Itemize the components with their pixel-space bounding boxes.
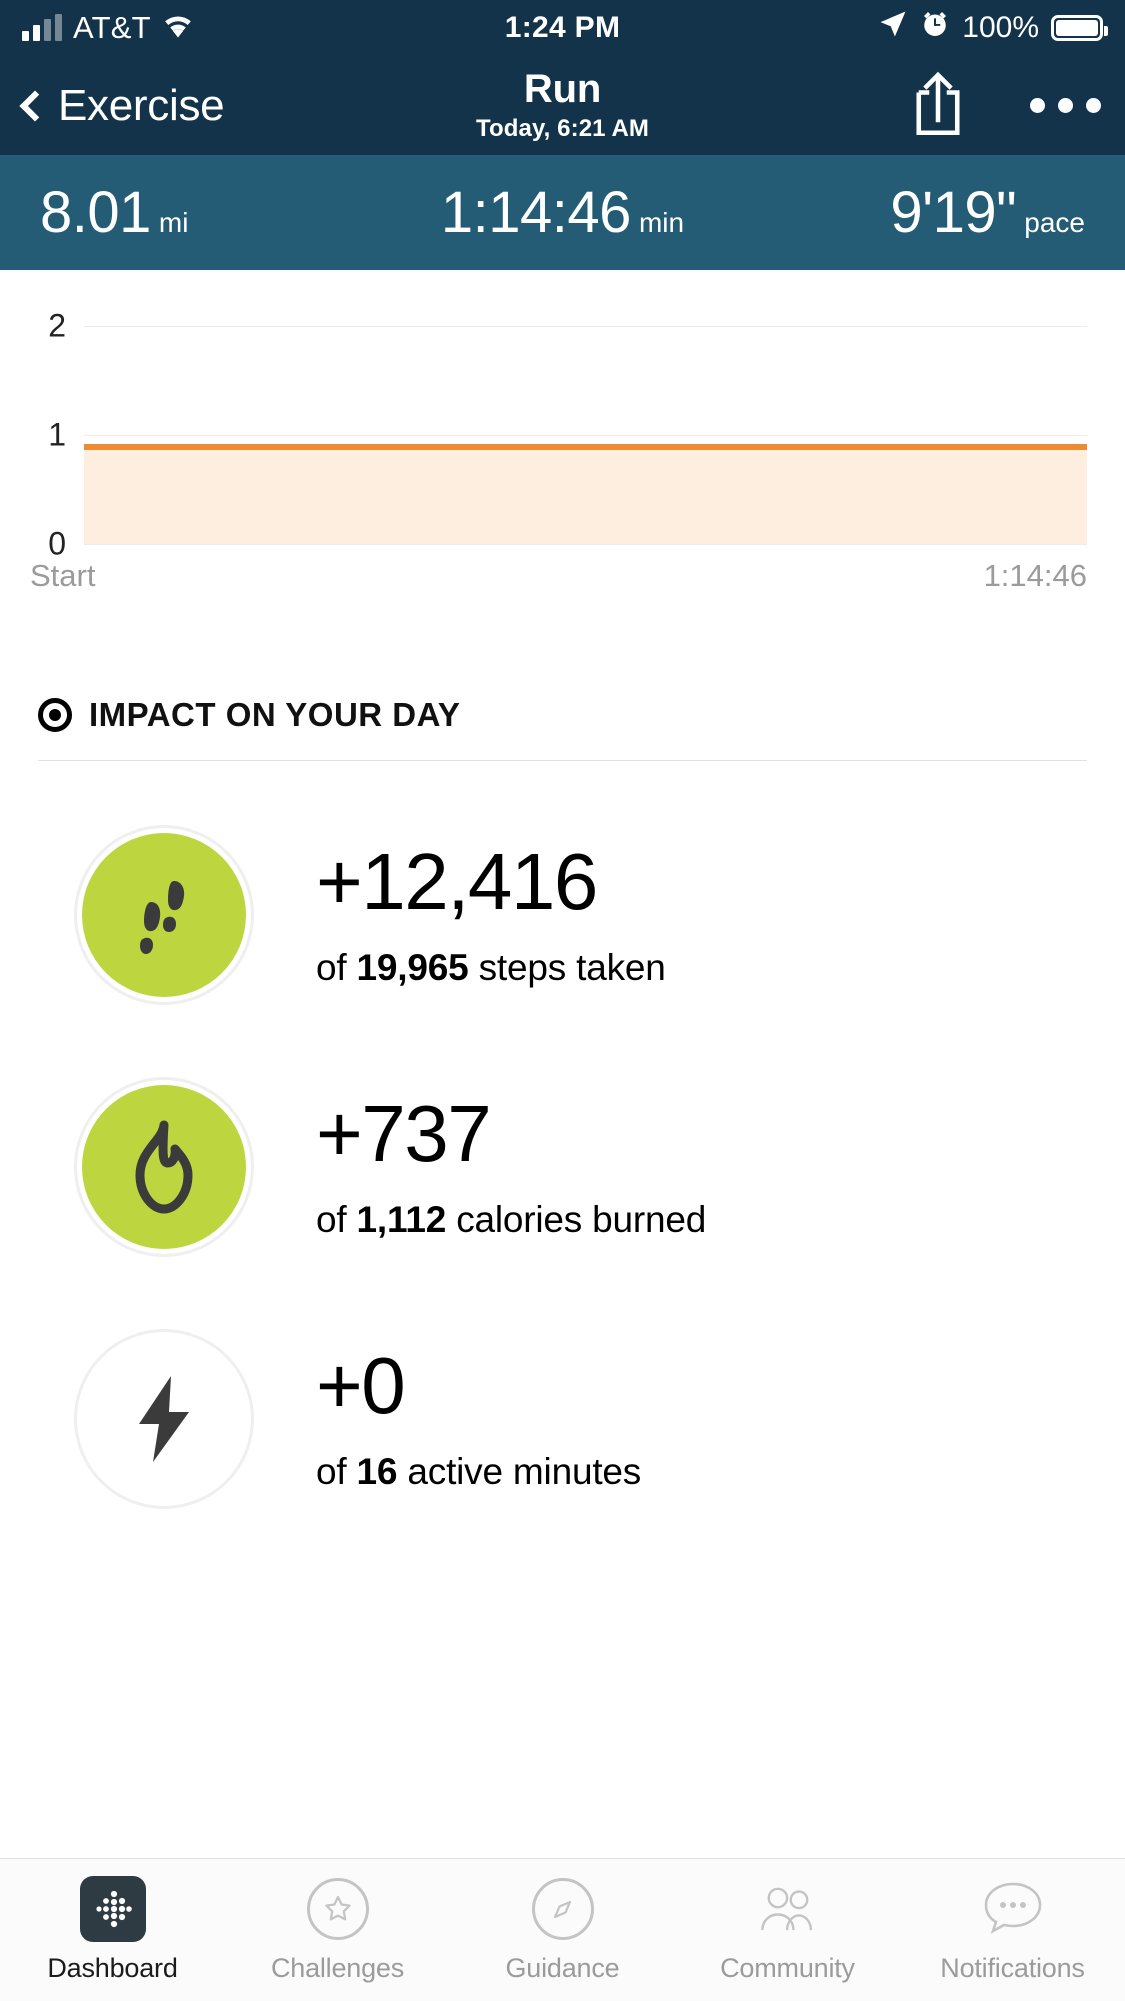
stat-duration-unit: min <box>639 207 684 239</box>
tab-challenges-label: Challenges <box>271 1953 404 1984</box>
chart-x-tick-end: 1:14:46 <box>984 558 1087 594</box>
tab-guidance-label: Guidance <box>506 1953 620 1984</box>
chart-line <box>84 444 1087 450</box>
impact-sub-prefix-steps: of <box>316 947 357 988</box>
impact-sub-suffix-active-minutes: active minutes <box>397 1451 641 1492</box>
tab-challenges[interactable]: Challenges <box>225 1876 450 1984</box>
impact-text-steps: +12,416 of 19,965 steps taken <box>316 842 666 989</box>
impact-list: +12,416 of 19,965 steps taken +737 of 1,… <box>0 823 1125 1511</box>
stat-pace-value: 9'19" <box>890 179 1016 246</box>
stat-pace-unit: pace <box>1024 207 1085 239</box>
tab-community-label: Community <box>720 1953 855 1984</box>
stat-duration-value: 1:14:46 <box>441 179 631 246</box>
alarm-clock-icon <box>920 9 950 47</box>
tab-dashboard[interactable]: Dashboard <box>0 1876 225 1984</box>
impact-row-active-minutes[interactable]: +0 of 16 active minutes <box>38 1327 1087 1511</box>
impact-sub-active-minutes: of 16 active minutes <box>316 1451 641 1493</box>
section-title: IMPACT ON YOUR DAY <box>89 696 460 734</box>
chart-y-tick-1: 1 <box>0 417 66 454</box>
elevation-chart[interactable]: 2 1 0 Start 1:14:46 <box>0 296 1125 596</box>
flame-icon <box>82 1085 246 1249</box>
impact-icon-ring-active-minutes <box>74 1329 254 1509</box>
battery-icon <box>1051 15 1103 41</box>
chart-gridline-1 <box>84 435 1087 436</box>
impact-sub-steps: of 19,965 steps taken <box>316 947 666 989</box>
exercise-detail-screen: AT&T 1:24 PM 100% Exercise Run Today, 6:… <box>0 0 1125 2001</box>
impact-row-steps[interactable]: +12,416 of 19,965 steps taken <box>38 823 1087 1007</box>
impact-row-calories[interactable]: +737 of 1,112 calories burned <box>38 1075 1087 1259</box>
section-head: IMPACT ON YOUR DAY <box>38 696 1087 734</box>
people-icon <box>755 1876 821 1942</box>
chevron-left-icon <box>19 90 50 121</box>
impact-delta-active-minutes: +0 <box>316 1346 641 1426</box>
chart-plot-area <box>84 326 1087 544</box>
impact-text-active-minutes: +0 of 16 active minutes <box>316 1346 641 1493</box>
impact-sub-calories: of 1,112 calories burned <box>316 1199 706 1241</box>
impact-delta-calories: +737 <box>316 1094 706 1174</box>
summary-stats-bar: 8.01 mi 1:14:46 min 9'19" pace <box>0 155 1125 270</box>
chart-x-axis-labels: Start 1:14:46 <box>30 558 1087 594</box>
impact-sub-value-active-minutes: 16 <box>357 1451 398 1492</box>
impact-sub-suffix-steps: steps taken <box>469 947 666 988</box>
back-button-label: Exercise <box>58 81 224 131</box>
tab-community[interactable]: Community <box>675 1876 900 1984</box>
impact-sub-value-calories: 1,112 <box>357 1199 447 1240</box>
bottom-tab-bar: Dashboard Challenges Guidance <box>0 1858 1125 2001</box>
stat-duration: 1:14:46 min <box>388 179 736 246</box>
impact-section-header: IMPACT ON YOUR DAY <box>0 696 1125 761</box>
chart-x-tick-start: Start <box>30 558 95 594</box>
star-icon <box>305 1876 371 1942</box>
fitbit-dots-icon <box>80 1876 146 1942</box>
tab-notifications-label: Notifications <box>940 1953 1084 1984</box>
impact-sub-prefix-active-minutes: of <box>316 1451 357 1492</box>
stat-distance-value: 8.01 <box>40 179 151 246</box>
back-button[interactable]: Exercise <box>24 81 224 131</box>
footprints-icon <box>82 833 246 997</box>
section-divider <box>38 760 1087 761</box>
chat-bubble-icon <box>980 1876 1046 1942</box>
impact-icon-ring-steps <box>74 825 254 1005</box>
battery-percent-label: 100% <box>962 11 1039 45</box>
impact-text-calories: +737 of 1,112 calories burned <box>316 1094 706 1241</box>
lightning-bolt-icon <box>82 1337 246 1501</box>
location-arrow-icon <box>878 9 908 47</box>
tab-guidance[interactable]: Guidance <box>450 1876 675 1984</box>
nav-actions <box>908 68 1101 143</box>
more-options-button[interactable] <box>1030 98 1101 113</box>
tab-dashboard-label: Dashboard <box>47 1953 177 1984</box>
chart-gridline-0 <box>84 544 1087 545</box>
stat-pace: 9'19" pace <box>737 179 1125 246</box>
bullseye-icon <box>38 698 72 732</box>
chart-gridline-2 <box>84 326 1087 327</box>
status-bar-right: 100% <box>878 9 1103 47</box>
impact-sub-prefix-calories: of <box>316 1199 357 1240</box>
compass-icon <box>530 1876 596 1942</box>
stat-distance: 8.01 mi <box>0 179 388 246</box>
share-button[interactable] <box>908 68 968 143</box>
chart-y-tick-2: 2 <box>0 308 66 345</box>
impact-delta-steps: +12,416 <box>316 842 666 922</box>
impact-icon-ring-calories <box>74 1077 254 1257</box>
chart-y-tick-0: 0 <box>0 526 66 563</box>
chart-area-fill <box>84 444 1087 544</box>
status-bar: AT&T 1:24 PM 100% <box>0 0 1125 56</box>
stat-distance-unit: mi <box>159 207 189 239</box>
impact-sub-suffix-calories: calories burned <box>446 1199 706 1240</box>
navigation-bar: Exercise Run Today, 6:21 AM <box>0 56 1125 155</box>
impact-sub-value-steps: 19,965 <box>357 947 469 988</box>
tab-notifications[interactable]: Notifications <box>900 1876 1125 1984</box>
